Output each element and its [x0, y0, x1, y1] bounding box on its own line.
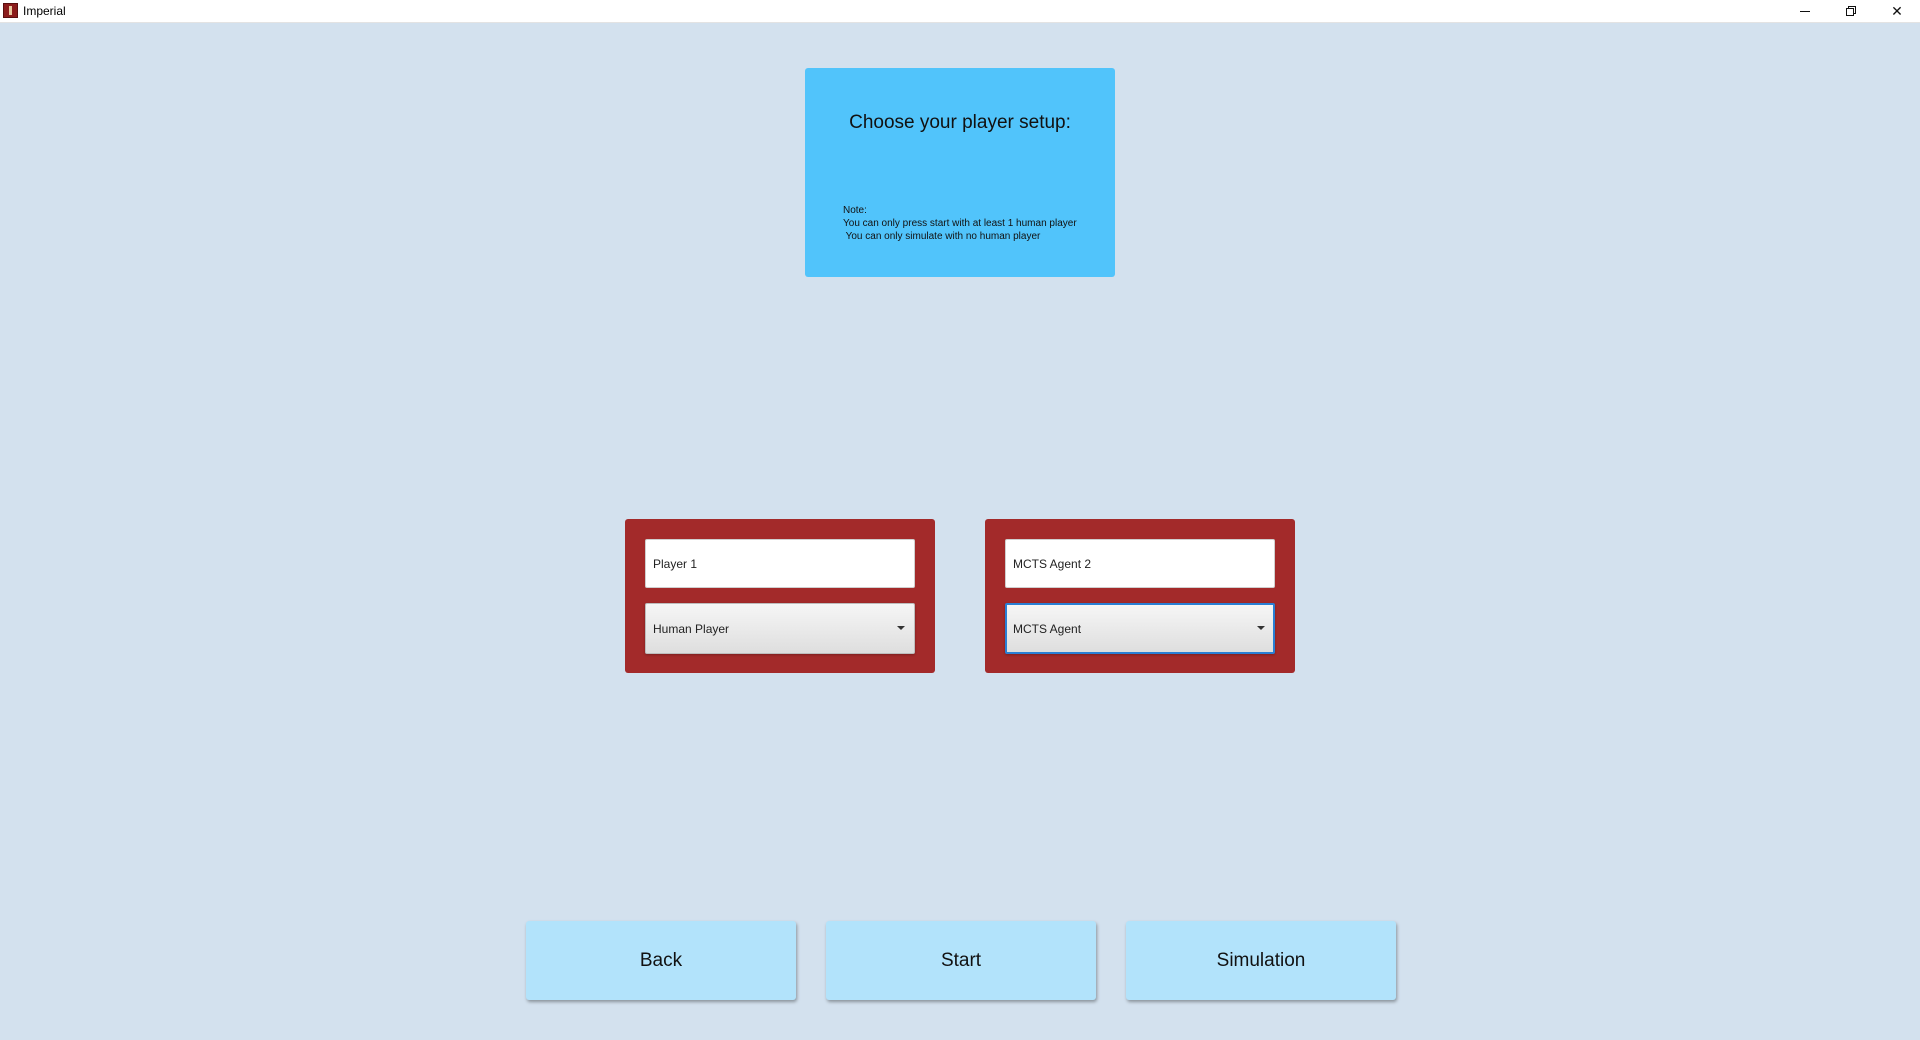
start-button[interactable]: Start [826, 921, 1096, 1000]
player-card-2: MCTS Agent [985, 519, 1295, 673]
setup-heading: Choose your player setup: [849, 112, 1071, 133]
player-1-type-value: Human Player [653, 622, 730, 636]
chevron-down-icon [897, 626, 905, 630]
setup-info-panel: Choose your player setup: Note: You can … [805, 68, 1115, 277]
player-1-name-field[interactable] [645, 539, 915, 588]
simulation-button[interactable]: Simulation [1126, 921, 1396, 1000]
player-2-name-field[interactable] [1005, 539, 1275, 588]
note-line-simulate-rule: You can only simulate with no human play… [843, 231, 1041, 242]
chevron-down-icon [1257, 626, 1265, 630]
close-icon: ✕ [1891, 3, 1903, 19]
window-title: Imperial [23, 4, 66, 18]
player-card-1: Human Player [625, 519, 935, 673]
restore-icon [1846, 6, 1856, 16]
restore-button[interactable] [1828, 0, 1874, 22]
minimize-button[interactable] [1782, 0, 1828, 22]
window-titlebar: Imperial ✕ [0, 0, 1920, 23]
app-icon [3, 3, 18, 18]
player-2-type-select[interactable]: MCTS Agent [1005, 603, 1275, 654]
minimize-icon [1800, 10, 1810, 12]
setup-note: Note: You can only press start with at l… [843, 204, 1077, 243]
back-button[interactable]: Back [526, 921, 796, 1000]
player-2-type-value: MCTS Agent [1013, 622, 1082, 636]
player-1-type-select[interactable]: Human Player [645, 603, 915, 654]
note-line-start-rule: You can only press start with at least 1… [843, 218, 1077, 229]
close-button[interactable]: ✕ [1874, 0, 1920, 22]
note-label: Note: [843, 205, 867, 216]
